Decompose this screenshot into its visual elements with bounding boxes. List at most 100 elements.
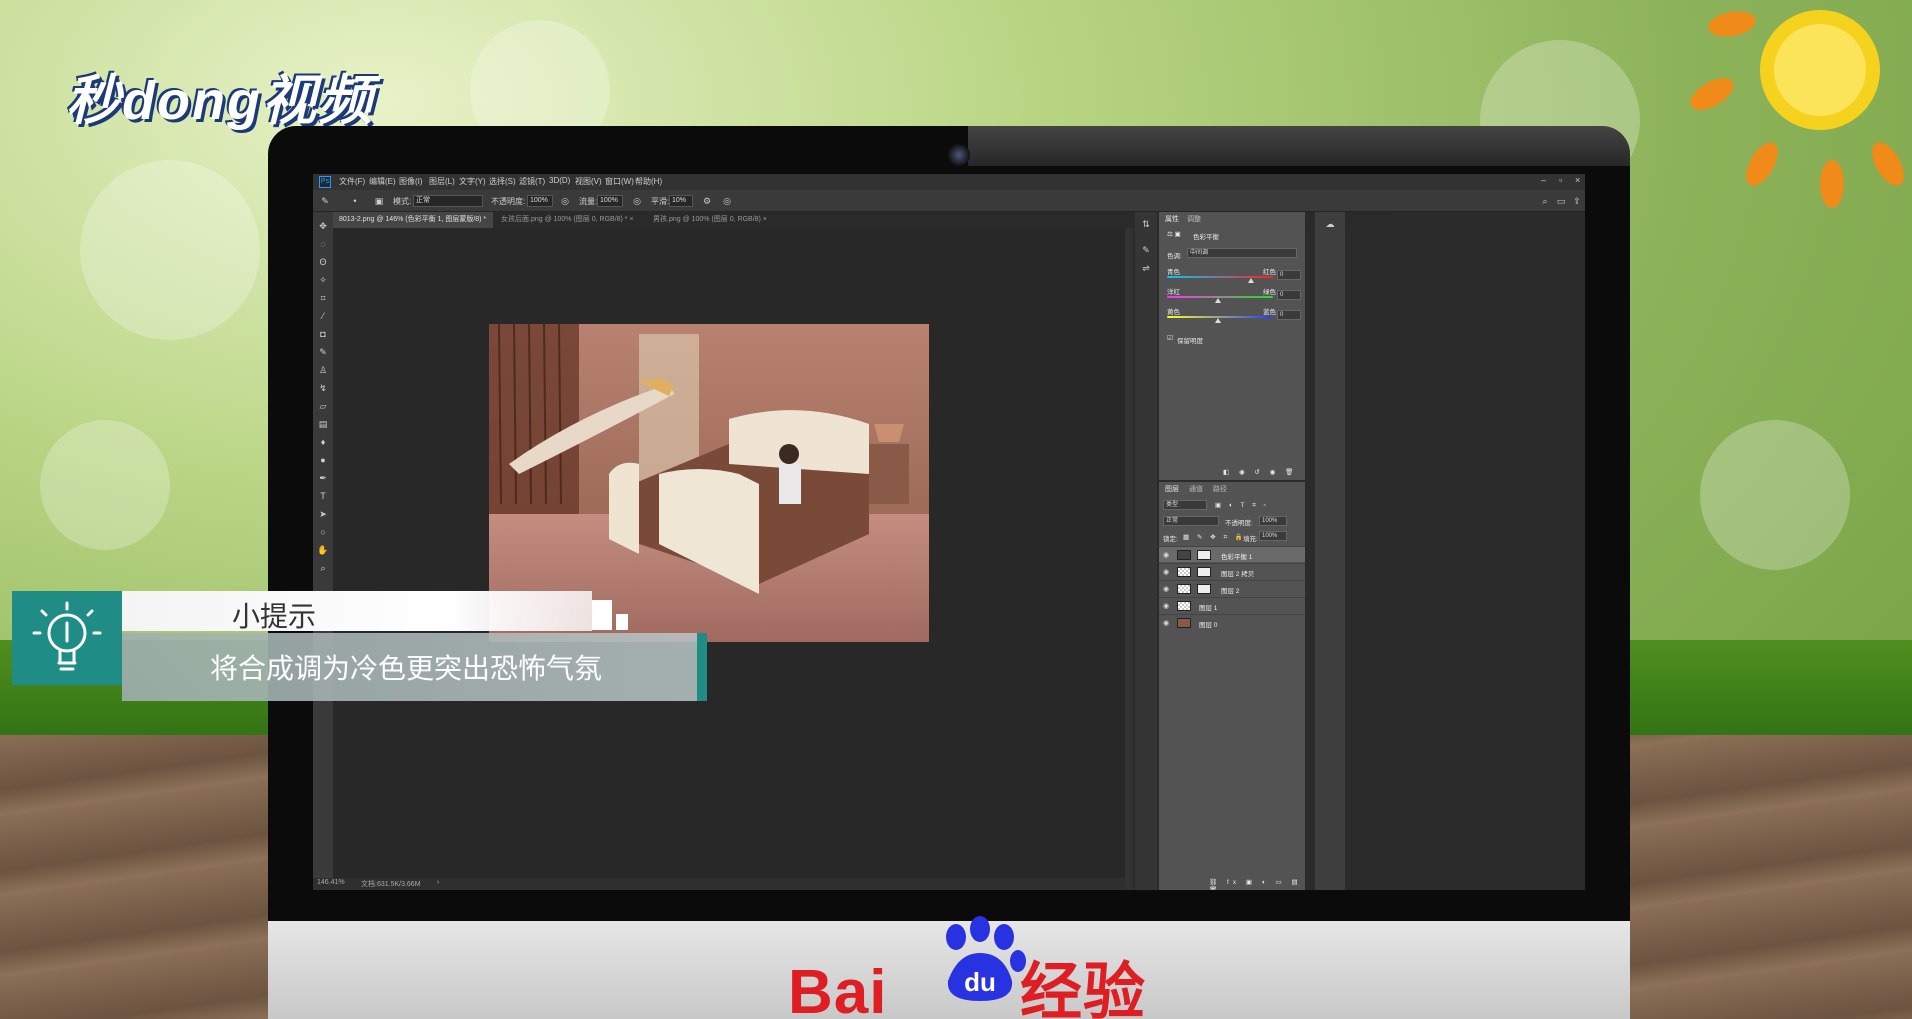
- eye-icon[interactable]: ◉: [1163, 551, 1169, 559]
- tab-channels[interactable]: 通道: [1189, 484, 1203, 494]
- layer-filter-kind[interactable]: 类型: [1163, 500, 1207, 510]
- hand-tool-icon[interactable]: ✋: [317, 544, 329, 556]
- brush-icon[interactable]: ✎: [319, 195, 331, 207]
- settings-gear-icon[interactable]: ⚙: [701, 195, 713, 207]
- brush-panel-icon[interactable]: ✎: [1140, 244, 1152, 256]
- cyan-red-slider[interactable]: [1167, 276, 1273, 278]
- cyan-red-thumb[interactable]: [1248, 278, 1254, 283]
- gradient-tool-icon[interactable]: ▤: [317, 418, 329, 430]
- options-bar: ✎ • ▣ 模式: 正常 不透明度: 100% ◎ 流量: 100% ◎ 平滑:…: [313, 190, 1585, 212]
- layer-row[interactable]: ◉ 图层 2: [1159, 580, 1305, 596]
- menu-image[interactable]: 图像(I): [399, 176, 423, 187]
- eyedropper-tool-icon[interactable]: ⁄: [317, 310, 329, 322]
- tab-properties[interactable]: 属性: [1165, 214, 1179, 224]
- menu-help[interactable]: 帮助(H): [635, 176, 662, 187]
- airbrush-icon[interactable]: ◎: [631, 195, 643, 207]
- move-tool-icon[interactable]: ✥: [317, 220, 329, 232]
- layer-row[interactable]: ◉ 图层 2 拷贝: [1159, 563, 1305, 579]
- menu-file[interactable]: 文件(F): [339, 176, 365, 187]
- tab-boy[interactable]: 男孩.png @ 100% (图层 0, RGB/8) ×: [647, 212, 777, 228]
- history-brush-icon[interactable]: ↯: [317, 382, 329, 394]
- tab-paths[interactable]: 路径: [1213, 484, 1227, 494]
- tab-girl-behind[interactable]: 女孩后面.png @ 100% (图层 0, RGB/8) * ×: [495, 212, 645, 228]
- baidu-du-text: du: [964, 967, 996, 997]
- lasso-tool-icon[interactable]: ʘ: [317, 256, 329, 268]
- opacity-input[interactable]: 100%: [527, 195, 553, 207]
- maximize-icon[interactable]: ▫: [1559, 175, 1562, 185]
- menu-layer[interactable]: 图层(L): [429, 176, 455, 187]
- fill-input[interactable]: 100%: [1259, 531, 1287, 541]
- history-panel-icon[interactable]: ⇅: [1140, 218, 1152, 230]
- minimize-icon[interactable]: –: [1541, 175, 1546, 185]
- layer-row[interactable]: ◉ 图层 0: [1159, 614, 1305, 630]
- smoothing-input[interactable]: 10%: [669, 195, 693, 207]
- workspace-icon[interactable]: ▭: [1555, 195, 1567, 207]
- yellow-blue-input[interactable]: 0: [1277, 310, 1301, 320]
- cyan-red-input[interactable]: 0: [1277, 270, 1301, 280]
- brush-panel-icon[interactable]: ▣: [373, 195, 385, 207]
- mode-select[interactable]: 正常: [413, 195, 483, 207]
- dodge-tool-icon[interactable]: ●: [317, 454, 329, 466]
- tab-layers[interactable]: 图层: [1165, 484, 1179, 494]
- pen-tool-icon[interactable]: ✒: [317, 472, 329, 484]
- marquee-tool-icon[interactable]: ◌: [317, 238, 329, 250]
- blend-mode-select[interactable]: 正常: [1163, 516, 1219, 526]
- brush-tool-icon[interactable]: ✎: [317, 346, 329, 358]
- type-tool-icon[interactable]: T: [317, 490, 329, 502]
- healing-tool-icon[interactable]: ◘: [317, 328, 329, 340]
- layer-row[interactable]: ◉ 图层 1: [1159, 597, 1305, 613]
- brush-size-icon[interactable]: •: [349, 195, 361, 207]
- pressure-opacity-icon[interactable]: ◎: [559, 195, 571, 207]
- layer-mask-thumbnail: [1197, 584, 1211, 594]
- eye-icon[interactable]: ◉: [1163, 568, 1169, 576]
- menu-window[interactable]: 窗口(W): [605, 176, 634, 187]
- tip-lightbulb-box: [12, 591, 122, 685]
- crop-tool-icon[interactable]: ⌗: [317, 292, 329, 304]
- magenta-green-input[interactable]: 0: [1277, 290, 1301, 300]
- menu-view[interactable]: 视图(V): [575, 176, 602, 187]
- eye-icon[interactable]: ◉: [1163, 619, 1169, 627]
- tone-select[interactable]: 中间调: [1187, 248, 1297, 258]
- eraser-tool-icon[interactable]: ▱: [317, 400, 329, 412]
- preserve-checkbox[interactable]: ☑: [1167, 334, 1173, 342]
- close-icon[interactable]: ×: [1575, 175, 1580, 185]
- tab-8013-2[interactable]: 8013-2.png @ 146% (色彩平衡 1, 图层蒙版/8) * ×: [333, 212, 493, 239]
- magic-wand-tool-icon[interactable]: ✧: [317, 274, 329, 286]
- photoshop-window: Ps 文件(F) 编辑(E) 图像(I) 图层(L) 文字(Y) 选择(S) 滤…: [313, 174, 1585, 890]
- share-icon[interactable]: ⇪: [1571, 195, 1583, 207]
- layers-footer-icons[interactable]: ⛓ fx ▣ ◐ ▭ ▤ 🗑: [1209, 878, 1305, 890]
- path-select-icon[interactable]: ➤: [317, 508, 329, 520]
- layer-opacity-input[interactable]: 100%: [1259, 516, 1287, 526]
- blur-tool-icon[interactable]: ♦: [317, 436, 329, 448]
- eye-icon[interactable]: ◉: [1163, 585, 1169, 593]
- layer-row[interactable]: ◉ 色彩平衡 1: [1159, 546, 1305, 562]
- magenta-green-thumb[interactable]: [1215, 298, 1221, 303]
- menu-filter[interactable]: 滤镜(T): [519, 176, 545, 187]
- search-icon[interactable]: ⌕: [1539, 195, 1551, 207]
- menu-3d[interactable]: 3D(D): [549, 176, 570, 185]
- zoom-level[interactable]: 146.41%: [317, 879, 345, 886]
- canvas-scrollbar[interactable]: [1125, 228, 1133, 890]
- eye-icon[interactable]: ◉: [1163, 602, 1169, 610]
- flow-input[interactable]: 100%: [597, 195, 623, 207]
- yellow-blue-thumb[interactable]: [1215, 318, 1221, 323]
- tip-title-bar: 小提示: [122, 591, 592, 633]
- lock-icons[interactable]: ▦ ✎ ✥ ⌗ 🔒: [1183, 533, 1246, 542]
- menu-select[interactable]: 选择(S): [489, 176, 516, 187]
- layer-thumbnail: [1177, 567, 1191, 577]
- menu-type[interactable]: 文字(Y): [459, 176, 486, 187]
- chevron-right-icon[interactable]: ›: [437, 879, 439, 886]
- stamp-tool-icon[interactable]: ♙: [317, 364, 329, 376]
- tab-adjustments[interactable]: 调整: [1187, 214, 1201, 224]
- pressure-size-icon[interactable]: ◎: [721, 195, 733, 207]
- adjustments-panel-icon[interactable]: ⇌: [1140, 262, 1152, 274]
- properties-footer-icons[interactable]: ◧ ◉ ↺ ◉ 🗑: [1223, 468, 1297, 476]
- shape-tool-icon[interactable]: ○: [317, 526, 329, 538]
- menu-edit[interactable]: 编辑(E): [369, 176, 396, 187]
- layer-filter-icons[interactable]: ▣ ◐ T ⌗ ▫: [1215, 501, 1269, 510]
- cloud-icon[interactable]: ☁: [1324, 218, 1336, 230]
- lightbulb-icon: [32, 601, 102, 671]
- zoom-tool-icon[interactable]: ⌕: [317, 562, 329, 574]
- canvas-area[interactable]: [333, 228, 1125, 878]
- layer-mask-thumbnail: [1197, 567, 1211, 577]
